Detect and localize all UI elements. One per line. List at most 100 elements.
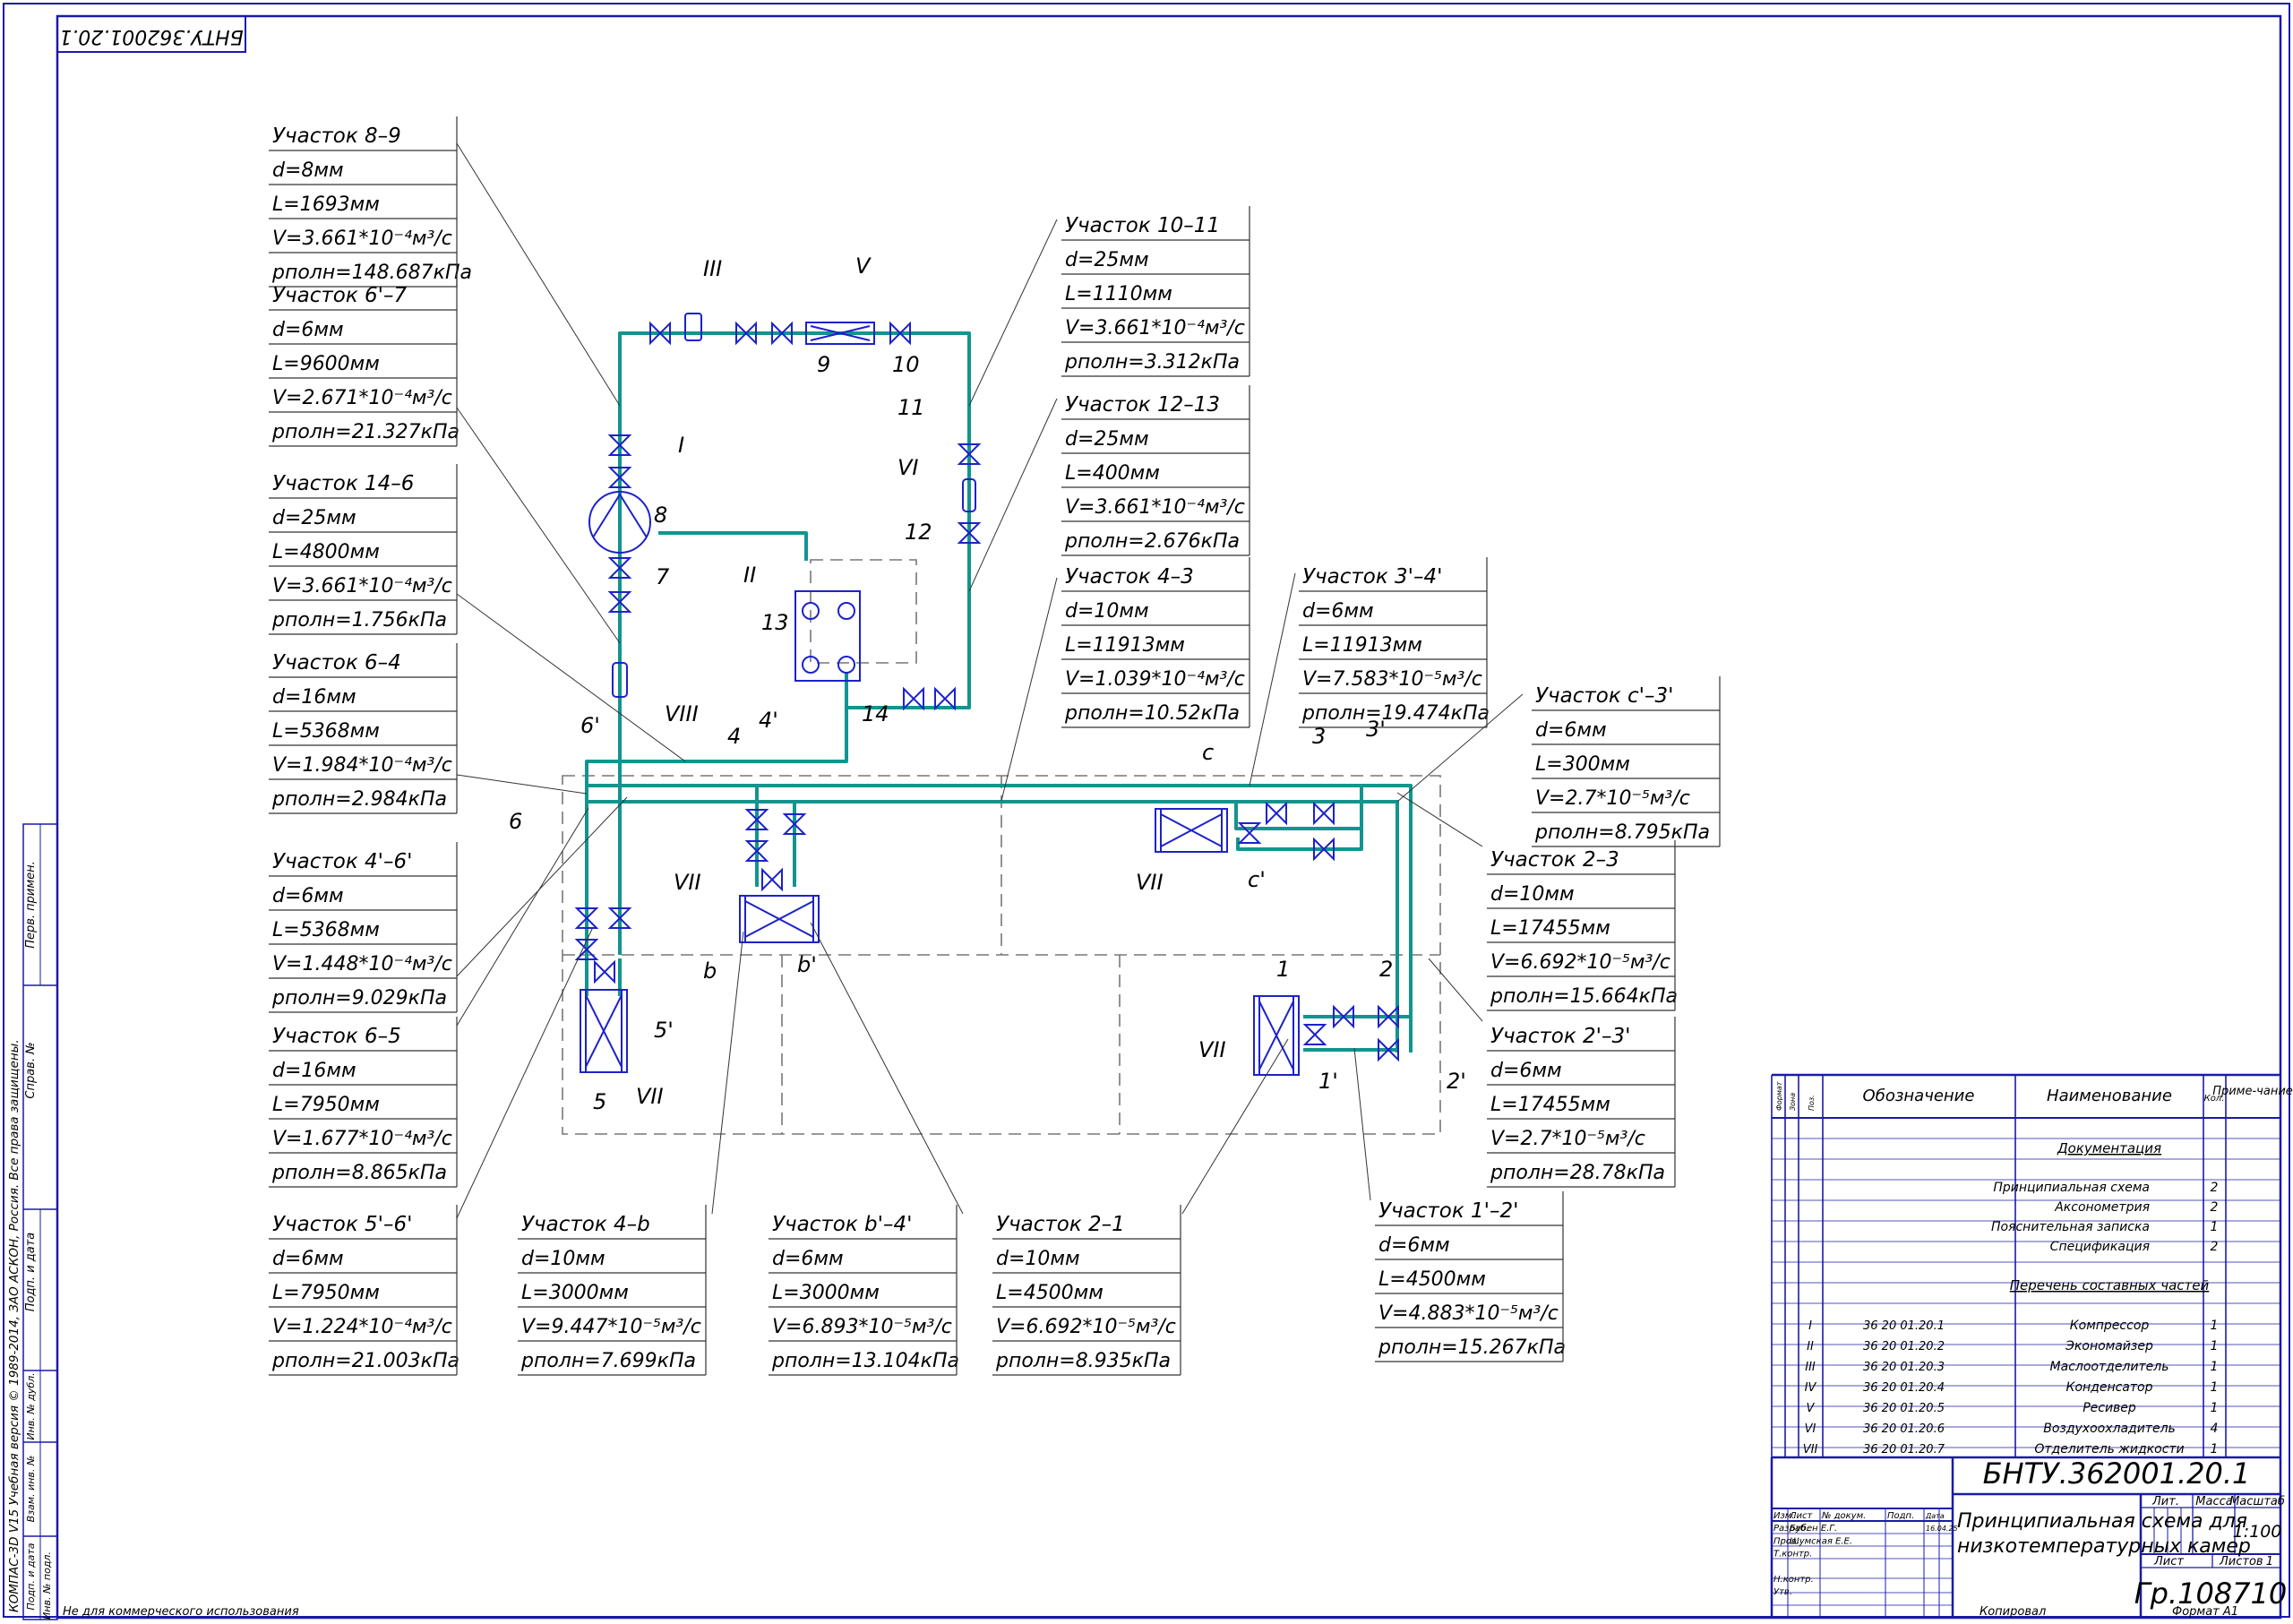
- side-cell-3: Инв. № дубл.: [25, 1372, 37, 1439]
- section-p: pполн=9.029кПа: [271, 987, 447, 1010]
- section-V: V=9.447*10⁻⁵м³/с: [521, 1316, 701, 1338]
- section-title: Участок 4–b: [521, 1213, 650, 1236]
- spec-part-qty: 1: [2211, 1380, 2219, 1395]
- stamp-role: Т.контр.: [1773, 1550, 1812, 1560]
- section-title: Участок 4'–6': [272, 850, 412, 873]
- section-title: Участок 6'–7: [272, 284, 407, 307]
- spec-part-designation: 36 20 01.20.1: [1863, 1319, 1945, 1333]
- section-title: Участок 2–3: [1490, 848, 1619, 872]
- section-d: d=6мм: [1302, 600, 1374, 623]
- corner-code: БНТУ.362001.20.1: [59, 25, 243, 47]
- spec-part-designation: 36 20 01.20.6: [1863, 1422, 1945, 1436]
- section-V: V=3.661*10⁻⁴м³/с: [1065, 317, 1245, 339]
- stamp-sign: Подп.: [1887, 1511, 1914, 1521]
- section-L: L=7950мм: [272, 1282, 380, 1304]
- section-table: Участок b'–4' d=6мм L=3000мм V=6.893*10⁻⁵м³…: [769, 1205, 959, 1376]
- valve-icon: [1266, 801, 1287, 826]
- section-V: V=1.039*10⁻⁴м³/с: [1065, 668, 1245, 691]
- section-V: V=2.7*10⁻⁵м³/с: [1535, 787, 1690, 810]
- spec-part-pos: III: [1805, 1361, 1816, 1374]
- stamp-scale-label: Масштаб: [2229, 1495, 2285, 1508]
- point-label-n8: 8: [654, 503, 667, 528]
- spec-part-name: Конденсатор: [2066, 1380, 2153, 1395]
- section-table: Участок 2'–3' d=6мм L=17455мм V=2.7*10⁻⁵м³/…: [1487, 1017, 1676, 1188]
- section-title: Участок 5'–6': [272, 1213, 412, 1236]
- valve-icon: [594, 959, 615, 984]
- stamp-num: № докум.: [1821, 1511, 1866, 1521]
- section-L: L=4500мм: [1378, 1268, 1486, 1291]
- section-V: V=4.883*10⁻⁵м³/с: [1378, 1302, 1559, 1325]
- spec-col-pos: Поз.: [1808, 1095, 1816, 1111]
- section-d: d=6мм: [1490, 1060, 1562, 1082]
- section-L: L=9600мм: [272, 353, 380, 375]
- section-tables: Участок 8–9 d=8мм L=1693мм V=3.661*10⁻⁴м³/с…: [269, 116, 1721, 1376]
- section-table: Участок 10–11 d=25мм L=1110мм V=3.661*10⁻⁴м…: [1061, 206, 1250, 377]
- point-label-n10: 10: [892, 352, 920, 377]
- section-table: Участок с'–3' d=6мм L=300мм V=2.7*10⁻⁵м³/с p…: [1532, 676, 1721, 847]
- spec-part-qty: 1: [2211, 1401, 2219, 1415]
- stamp-sheets-label: Листов: [2219, 1555, 2263, 1568]
- section-L: L=5368мм: [272, 720, 380, 743]
- section-V: V=6.893*10⁻⁵м³/с: [772, 1316, 952, 1338]
- section-table: Участок 4–b d=10мм L=3000мм V=9.447*10⁻⁵м³/…: [518, 1205, 707, 1376]
- section-table: Участок 4–3 d=10мм L=11913мм V=1.039*10⁻⁴м³…: [1061, 557, 1250, 728]
- pipe-branch-c: [1234, 786, 1363, 830]
- valve-icon: [934, 686, 956, 711]
- point-label-n6p: 6': [580, 713, 600, 738]
- section-d: d=6мм: [272, 1248, 344, 1270]
- section-table: Участок 6–4 d=16мм L=5368мм V=1.984*10⁻⁴м³/…: [269, 643, 458, 814]
- point-label-rIII: III: [703, 256, 722, 281]
- title-block: Изм.Лист № докум. Подп. ДатаРазраб.Бубен Е.…: [1770, 1456, 2287, 1618]
- section-table: Участок 12–13 d=25мм L=400мм V=3.661*10⁻⁴м³…: [1061, 385, 1250, 556]
- corner-code-block: БНТУ.362001.20.1: [56, 15, 246, 53]
- section-p: pполн=13.104кПа: [771, 1350, 959, 1372]
- spec-part-designation: 36 20 01.20.3: [1863, 1361, 1945, 1374]
- spec-part-pos: VII: [1803, 1443, 1818, 1456]
- section-title: Участок 14–6: [272, 472, 414, 495]
- section-p: pполн=2.984кПа: [271, 788, 447, 811]
- spec-section-docs: Документация: [2057, 1140, 2161, 1156]
- spec-part-qty: 1: [2211, 1339, 2219, 1353]
- point-label-rVII: VII: [674, 870, 701, 895]
- point-label-n13: 13: [761, 610, 789, 635]
- air-cooler-c-icon: [1155, 808, 1228, 853]
- valve-icon: [903, 686, 924, 711]
- section-d: d=25мм: [1065, 428, 1149, 451]
- section-d: d=6мм: [1535, 719, 1607, 742]
- point-label-n2p: 2': [1447, 1069, 1466, 1094]
- footer-left: Не для коммерческого использования: [63, 1605, 299, 1619]
- point-label-n3p: 3': [1366, 717, 1386, 742]
- spec-doc-qty: 2: [2211, 1181, 2219, 1195]
- point-label-n6: 6: [509, 809, 522, 834]
- section-L: L=1693мм: [272, 193, 380, 216]
- spec-part-pos: I: [1808, 1319, 1812, 1333]
- section-V: V=1.984*10⁻⁴м³/с: [272, 754, 452, 777]
- stamp-role: Н.контр.: [1773, 1575, 1814, 1585]
- spec-col-designation: Обозначение: [1863, 1087, 1975, 1105]
- spec-part-pos: IV: [1805, 1381, 1817, 1395]
- spec-doc-qty: 2: [2211, 1240, 2219, 1254]
- section-title: Участок 10–11: [1065, 214, 1220, 237]
- side-cell-0: Перв. примен.: [24, 861, 38, 949]
- point-label-n14: 14: [862, 701, 889, 726]
- section-title: Участок 6–4: [272, 651, 401, 675]
- section-V: V=3.661*10⁻⁴м³/с: [272, 575, 452, 597]
- stamp-sheet-label: Лист: [2153, 1555, 2184, 1568]
- section-L: L=4500мм: [996, 1282, 1104, 1304]
- side-cell-1: Справ. №: [24, 1042, 38, 1098]
- section-L: L=11913мм: [1065, 634, 1185, 657]
- stamp-group: Гр.108710: [2134, 1577, 2287, 1611]
- stamp-name: Шумская Е.Е.: [1790, 1536, 1852, 1546]
- section-V: V=3.661*10⁻⁴м³/с: [1065, 496, 1245, 519]
- point-label-n4p: 4': [759, 708, 778, 733]
- section-V: V=1.677*10⁻⁴м³/с: [272, 1128, 452, 1150]
- section-L: L=5368мм: [272, 919, 380, 941]
- section-L: L=300мм: [1535, 753, 1630, 776]
- point-label-n4: 4: [727, 724, 741, 749]
- pipe-network: [585, 331, 1413, 1053]
- point-label-nc: c: [1202, 740, 1214, 765]
- section-d: d=25мм: [272, 507, 356, 529]
- spec-col-name: Наименование: [2047, 1087, 2172, 1105]
- section-title: Участок с'–3': [1535, 684, 1673, 708]
- point-label-rVII: VII: [636, 1084, 664, 1109]
